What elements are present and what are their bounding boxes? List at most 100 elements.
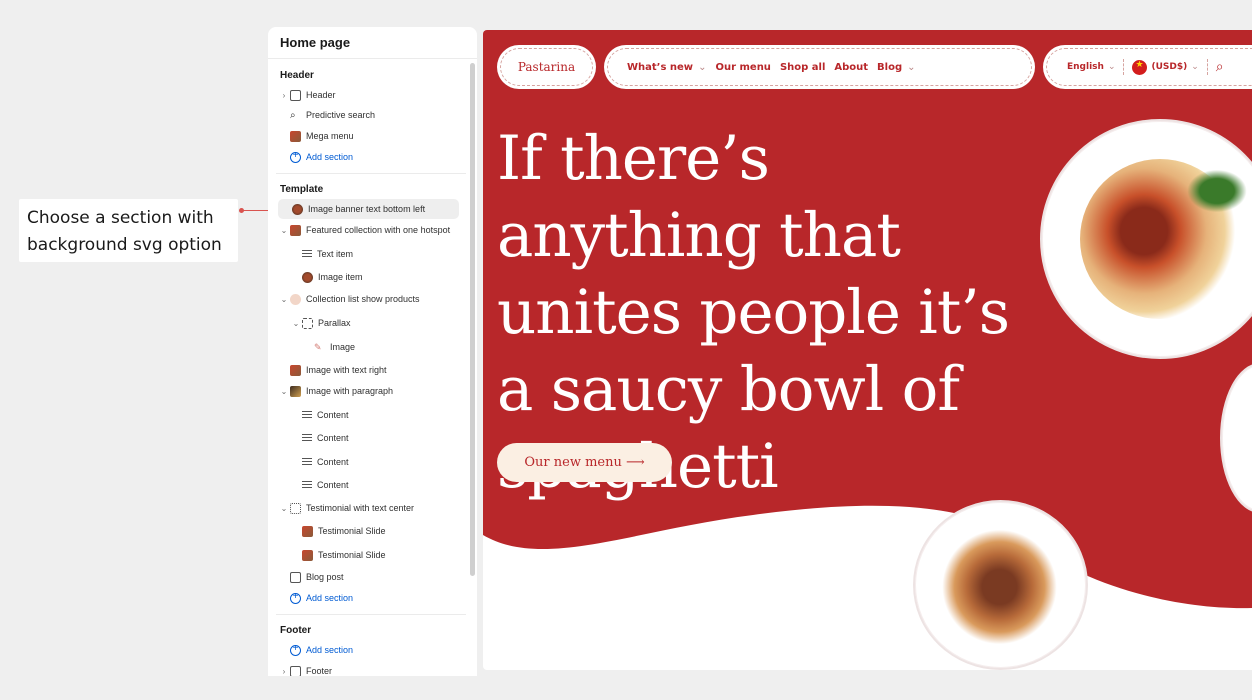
logo[interactable]: Pastarina bbox=[497, 45, 596, 89]
search-icon[interactable]: ⌕ bbox=[1216, 59, 1224, 75]
add-section-button-footer[interactable]: Add section bbox=[268, 640, 468, 660]
locale-utility-bar: English ⌄ (USD$) ⌄ ⌕ bbox=[1043, 45, 1252, 89]
section-item-blog-post[interactable]: Blog post bbox=[268, 567, 468, 587]
section-label: Image with text right bbox=[306, 365, 387, 375]
nav-item-our-menu[interactable]: Our menu bbox=[715, 62, 770, 73]
section-item-image-banner[interactable]: Image banner text bottom left bbox=[278, 199, 459, 219]
section-label: Image banner text bottom left bbox=[308, 204, 426, 214]
currency-selector[interactable]: (USD$) bbox=[1151, 62, 1187, 72]
section-label: Featured collection with one hotspot bbox=[306, 225, 451, 235]
text-lines-icon bbox=[302, 250, 312, 258]
image-banner-thumb-icon bbox=[292, 203, 303, 215]
section-label: Footer bbox=[306, 666, 333, 676]
block-label: Testimonial Slide bbox=[318, 550, 386, 560]
block-item-parallax[interactable]: ⌄ Parallax bbox=[268, 313, 468, 333]
chevron-down-icon[interactable]: ⌄ bbox=[1191, 62, 1199, 72]
chevron-down-icon[interactable]: ⌄ bbox=[278, 295, 290, 304]
image-text-thumb-icon bbox=[290, 364, 301, 376]
section-label: Predictive search bbox=[306, 110, 376, 120]
nav-item-shop-all[interactable]: Shop all bbox=[780, 62, 825, 73]
block-label: Content bbox=[317, 433, 349, 443]
block-item-content[interactable]: Content bbox=[268, 452, 468, 472]
image-paragraph-thumb-icon bbox=[290, 385, 301, 397]
block-label: Testimonial Slide bbox=[318, 526, 386, 536]
chevron-down-icon[interactable]: ⌄ bbox=[278, 504, 290, 513]
section-item-image-paragraph[interactable]: ⌄ Image with paragraph bbox=[268, 381, 468, 401]
block-item-parallax-image[interactable]: ✎ Image bbox=[268, 337, 468, 357]
sidebar-scrollbar[interactable] bbox=[470, 63, 475, 576]
section-label: Header bbox=[306, 90, 336, 100]
testimonial-slide-thumb-icon bbox=[302, 549, 313, 561]
section-item-mega-menu[interactable]: Mega menu bbox=[268, 126, 468, 146]
block-item-testimonial-slide[interactable]: Testimonial Slide bbox=[268, 521, 468, 541]
text-lines-icon bbox=[302, 481, 312, 489]
block-item-testimonial-slide[interactable]: Testimonial Slide bbox=[268, 545, 468, 565]
block-item-content[interactable]: Content bbox=[268, 428, 468, 448]
chevron-down-icon[interactable]: ⌄ bbox=[1108, 62, 1116, 72]
parallax-frame-icon bbox=[302, 317, 313, 329]
sections-sidebar: Home page Header › Header ⌕ Predictive s… bbox=[268, 27, 477, 676]
bolognese-plate-image bbox=[913, 500, 1088, 670]
main-nav: What’s new ⌄ Our menu Shop all About Blo… bbox=[604, 45, 1035, 89]
chevron-down-icon[interactable]: ⌄ bbox=[290, 319, 302, 328]
featured-collection-thumb-icon bbox=[290, 224, 301, 236]
theme-preview: Pastarina What’s new ⌄ Our menu Shop all… bbox=[483, 30, 1252, 670]
chevron-down-icon[interactable]: ⌄ bbox=[278, 387, 290, 396]
nav-item-about[interactable]: About bbox=[834, 62, 868, 73]
collection-list-thumb-icon bbox=[290, 293, 301, 305]
add-section-label: Add section bbox=[306, 593, 354, 603]
edit-post-icon bbox=[290, 571, 301, 583]
callout-line-2: background svg option bbox=[27, 235, 222, 255]
group-template-label: Template bbox=[280, 184, 324, 195]
add-section-label: Add section bbox=[306, 152, 354, 162]
section-item-collection-list[interactable]: ⌄ Collection list show products bbox=[268, 289, 468, 309]
section-item-footer[interactable]: › Footer bbox=[268, 661, 468, 676]
vietnam-flag-icon bbox=[1132, 59, 1148, 75]
text-lines-icon bbox=[302, 411, 312, 419]
text-lines-icon bbox=[302, 434, 312, 442]
block-item-image[interactable]: Image item bbox=[268, 267, 468, 287]
tooltip-callout: Choose a section with background svg opt… bbox=[19, 199, 238, 262]
block-item-text[interactable]: Text item bbox=[268, 244, 468, 264]
logo-text: Pastarina bbox=[517, 60, 576, 74]
chevron-down-icon[interactable]: ⌄ bbox=[698, 62, 706, 73]
nav-item-whats-new[interactable]: What’s new bbox=[627, 62, 693, 73]
our-new-menu-button[interactable]: Our new menu ⟶ bbox=[497, 443, 672, 482]
divider bbox=[1206, 59, 1208, 75]
section-label: Testimonial with text center bbox=[306, 503, 415, 513]
footer-layout-icon bbox=[290, 665, 301, 676]
chevron-right-icon[interactable]: › bbox=[278, 667, 290, 676]
divider bbox=[1123, 59, 1125, 75]
section-item-testimonial[interactable]: ⌄ Testimonial with text center bbox=[268, 498, 468, 518]
callout-dot bbox=[239, 208, 244, 213]
block-item-content[interactable]: Content bbox=[268, 405, 468, 425]
divider bbox=[276, 614, 466, 615]
nav-item-blog[interactable]: Blog bbox=[877, 62, 902, 73]
chevron-down-icon[interactable]: ⌄ bbox=[907, 62, 915, 73]
section-item-image-text-right[interactable]: Image with text right bbox=[268, 360, 468, 380]
image-item-thumb-icon bbox=[302, 271, 313, 283]
group-footer-label: Footer bbox=[280, 625, 312, 636]
section-label: Blog post bbox=[306, 572, 344, 582]
chevron-right-icon[interactable]: › bbox=[278, 91, 290, 100]
block-label: Image bbox=[330, 342, 356, 352]
block-label: Parallax bbox=[318, 318, 351, 328]
sidebar-title: Home page bbox=[268, 27, 477, 59]
section-item-featured-collection[interactable]: ⌄ Featured collection with one hotspot bbox=[268, 220, 468, 240]
group-header-label: Header bbox=[280, 70, 314, 81]
header-layout-icon bbox=[290, 89, 301, 101]
add-section-button-header[interactable]: Add section bbox=[268, 147, 468, 167]
search-icon: ⌕ bbox=[290, 109, 296, 121]
callout-line-1: Choose a section with bbox=[27, 208, 214, 228]
section-item-header[interactable]: › Header bbox=[268, 85, 468, 105]
section-item-predictive-search[interactable]: ⌕ Predictive search bbox=[268, 105, 468, 125]
add-circle-icon bbox=[290, 643, 301, 656]
language-selector[interactable]: English bbox=[1067, 62, 1104, 72]
chevron-down-icon[interactable]: ⌄ bbox=[278, 226, 290, 235]
add-section-label: Add section bbox=[306, 645, 354, 655]
block-item-content[interactable]: Content bbox=[268, 475, 468, 495]
block-label: Content bbox=[317, 410, 349, 420]
block-label: Content bbox=[317, 480, 349, 490]
block-label: Text item bbox=[317, 249, 354, 259]
add-section-button-template[interactable]: Add section bbox=[268, 588, 468, 608]
